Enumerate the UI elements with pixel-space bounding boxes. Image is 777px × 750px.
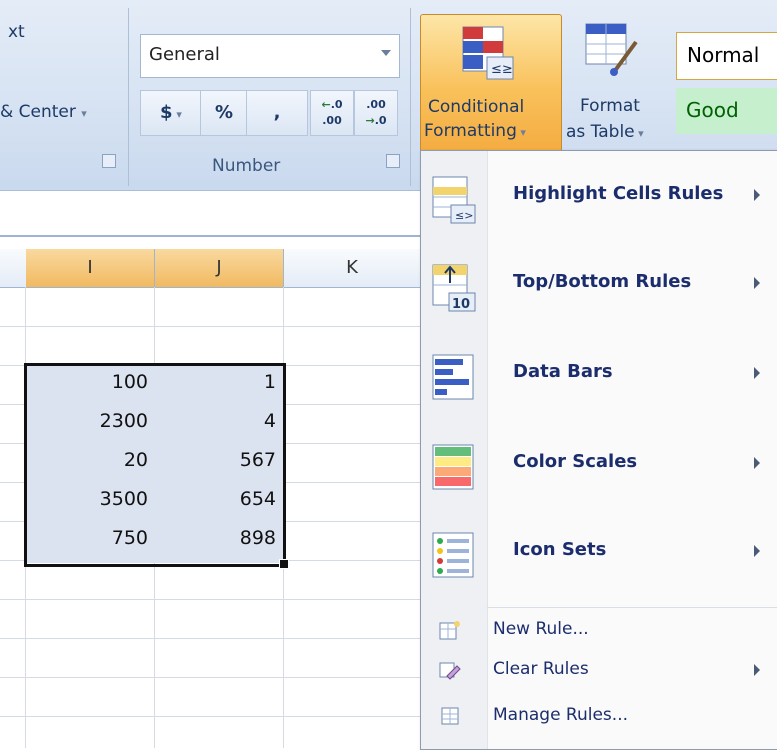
number-format-value: General: [149, 44, 220, 65]
number-dialog-launcher-icon[interactable]: [386, 154, 400, 168]
conditional-formatting-button[interactable]: ≤≥ Conditional Formatting ▾: [420, 14, 562, 164]
submenu-arrow-icon: [754, 457, 760, 469]
icon-sets-icon: [432, 532, 474, 578]
grid-line: [0, 599, 420, 600]
menu-item-icon-sets[interactable]: Icon Sets: [421, 515, 777, 595]
submenu-arrow-icon: [754, 277, 760, 289]
icon-sets-label: Icon Sets: [513, 539, 607, 560]
decrease-decimal-button[interactable]: .00 →.0: [354, 90, 398, 136]
group-separator: [128, 8, 129, 186]
grid-line: [0, 638, 420, 639]
menu-item-top-bottom-rules[interactable]: 10 Top/Bottom Rules: [421, 247, 777, 327]
svg-text:≤≥: ≤≥: [491, 62, 513, 77]
grid-line: [0, 677, 420, 678]
menu-separator: [487, 607, 777, 608]
grid-line: [0, 716, 420, 717]
column-header-partial[interactable]: [0, 249, 27, 288]
increase-decimal-button[interactable]: ←.0.00: [310, 90, 354, 136]
fill-handle[interactable]: [279, 559, 289, 569]
submenu-arrow-icon: [754, 545, 760, 557]
column-header-j[interactable]: J: [155, 249, 284, 288]
format-as-table-icon: [585, 23, 638, 76]
column-header-i[interactable]: I: [26, 249, 155, 288]
style-good-label: Good: [686, 98, 739, 122]
menu-item-highlight-cells-rules[interactable]: ≤> Highlight Cells Rules: [421, 159, 777, 239]
submenu-arrow-icon: [754, 664, 760, 676]
menu-item-new-rule[interactable]: New Rule...: [421, 613, 777, 647]
column-header-k[interactable]: K: [284, 249, 420, 288]
manage-rules-icon: [441, 707, 459, 725]
merge-center-button-partial[interactable]: & Center ▾: [0, 102, 87, 122]
formula-bar[interactable]: [0, 191, 420, 237]
number-format-dropdown[interactable]: General: [140, 34, 400, 78]
conditional-formatting-label-2: Formatting ▾: [424, 121, 526, 141]
color-scales-label: Color Scales: [513, 451, 638, 472]
conditional-formatting-menu: ≤> Highlight Cells Rules 10 Top/Bottom R…: [420, 150, 777, 750]
style-normal-cell[interactable]: Normal: [676, 32, 777, 80]
svg-text:≤>: ≤>: [455, 209, 473, 222]
currency-button[interactable]: $ ▾: [140, 90, 202, 136]
top-bottom-icon: 10: [432, 264, 476, 312]
style-good-cell[interactable]: Good: [676, 88, 777, 134]
menu-item-clear-rules[interactable]: Clear Rules: [421, 653, 777, 687]
number-format-buttons: $ ▾ % , ←.0.00 .00 →.0: [140, 90, 398, 136]
clear-rules-label: Clear Rules: [493, 659, 589, 679]
menu-item-color-scales[interactable]: Color Scales: [421, 427, 777, 507]
format-as-table-label-2: as Table ▾: [566, 122, 644, 142]
new-rule-icon: [439, 621, 460, 640]
data-bars-icon: [432, 354, 474, 400]
manage-rules-label: Manage Rules...: [493, 705, 629, 725]
group-separator: [410, 8, 411, 186]
conditional-formatting-label: Conditional: [428, 97, 525, 117]
selection-border: [24, 363, 286, 567]
data-bars-label: Data Bars: [513, 361, 613, 382]
svg-text:10: 10: [452, 297, 470, 312]
conditional-formatting-icon: ≤≥: [462, 26, 514, 80]
top-bottom-rules-label: Top/Bottom Rules: [513, 271, 692, 292]
menu-item-data-bars[interactable]: Data Bars: [421, 337, 777, 417]
alignment-dialog-launcher-icon[interactable]: [102, 154, 116, 168]
percent-button[interactable]: %: [200, 90, 248, 136]
highlight-cells-icon: ≤>: [432, 176, 476, 224]
color-scales-icon: [432, 444, 474, 490]
worksheet-grid[interactable]: I J K 100 1 2300 4 20 567 3500 654 750 8…: [0, 237, 420, 748]
comma-style-button[interactable]: ,: [246, 90, 308, 136]
grid-line: [0, 326, 420, 327]
submenu-arrow-icon: [754, 189, 760, 201]
number-group-label: Number: [212, 156, 281, 176]
clear-rules-icon: [439, 662, 461, 680]
submenu-arrow-icon: [754, 367, 760, 379]
highlight-cells-rules-label: Highlight Cells Rules: [513, 183, 724, 204]
chevron-down-icon: [381, 50, 391, 56]
format-as-table-label: Format: [580, 96, 640, 116]
style-normal-label: Normal: [687, 43, 760, 67]
menu-item-manage-rules[interactable]: Manage Rules...: [421, 699, 777, 733]
new-rule-label: New Rule...: [493, 619, 589, 639]
alignment-wrap-text-partial[interactable]: xt: [8, 22, 25, 42]
